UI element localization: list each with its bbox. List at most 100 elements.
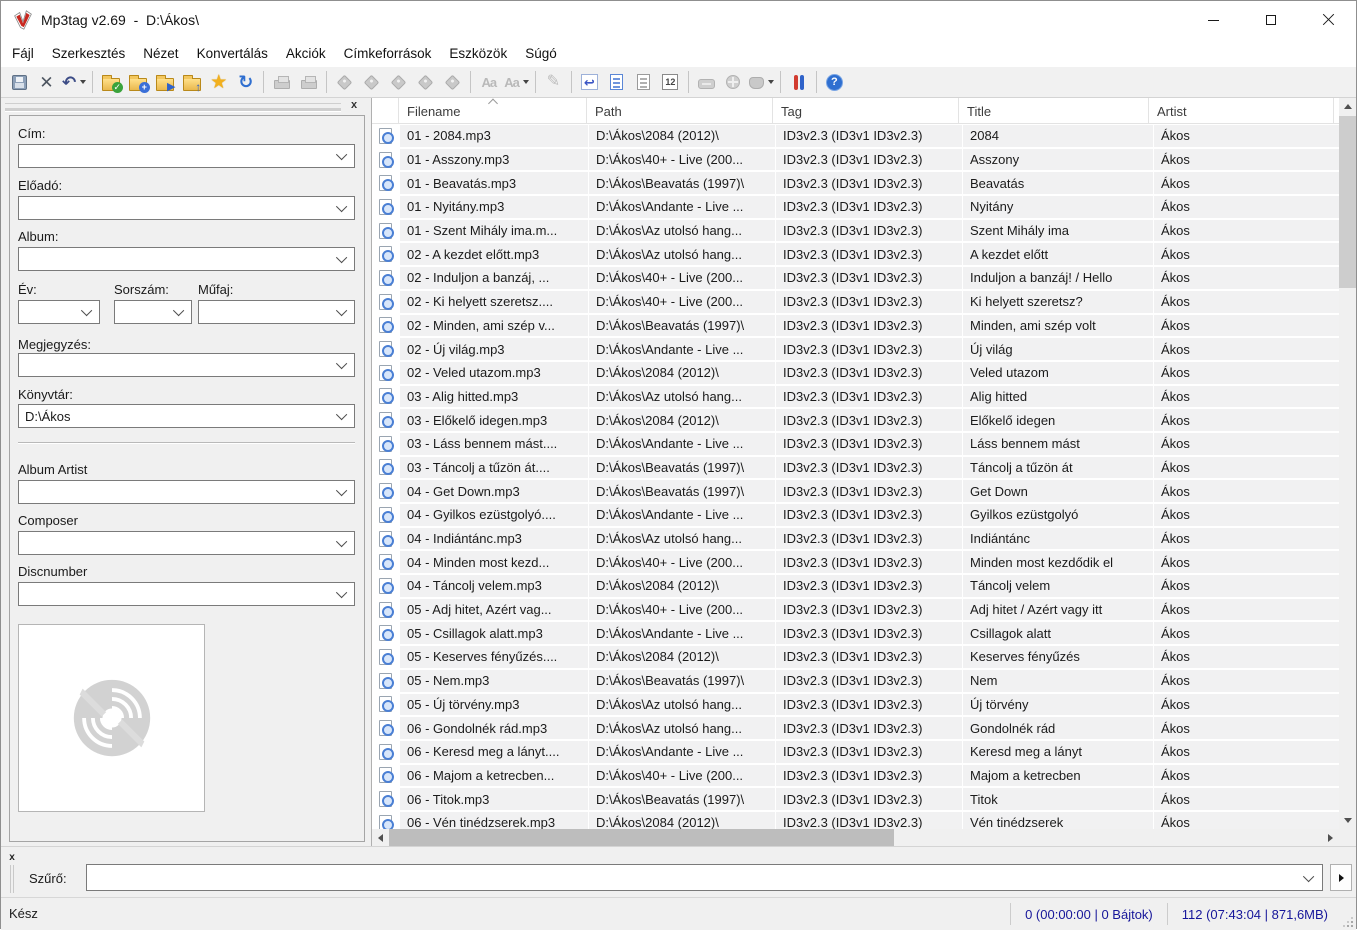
column-header-title[interactable]: Title [959,98,1149,124]
directory-field[interactable]: D:\Ákos [18,404,355,428]
remove-tag-button[interactable] [295,69,322,95]
table-row[interactable]: 06 - Vén tinédzserek.mp3D:\Ákos\2084 (20… [372,811,1339,829]
chevron-down-icon[interactable] [336,201,347,212]
chevron-down-icon[interactable] [336,358,347,369]
table-row[interactable]: 04 - Táncolj velem.mp3D:\Ákos\2084 (2012… [372,574,1339,598]
parent-directory-button[interactable]: ↑ [178,69,205,95]
track-field[interactable] [114,300,192,324]
refresh-button[interactable]: ↻ [232,69,259,95]
album-field[interactable] [18,247,355,271]
table-row[interactable]: 05 - Új törvény.mp3D:\Ákos\Az utolsó han… [372,693,1339,717]
options-button[interactable] [785,69,812,95]
table-row[interactable]: 02 - A kezdet előtt.mp3D:\Ákos\Az utolsó… [372,242,1339,266]
title-field[interactable] [18,144,355,168]
change-directory-button[interactable]: ✓ [97,69,124,95]
filter-close-button[interactable]: x [6,851,18,863]
table-row[interactable]: 06 - Titok.mp3D:\Ákos\Beavatás (1997)\ID… [372,787,1339,811]
menu-item-szerkesztes[interactable]: Szerkesztés [43,42,135,65]
maximize-button[interactable] [1242,1,1299,39]
horizontal-scrollbar[interactable] [372,829,1339,846]
minimize-button[interactable] [1185,1,1242,39]
chevron-down-icon[interactable] [336,536,347,547]
table-row[interactable]: 02 - Veled utazom.mp3D:\Ákos\2084 (2012)… [372,361,1339,385]
horizontal-scroll-thumb[interactable] [389,829,894,846]
undo-button[interactable]: ↶ [60,69,88,95]
chevron-down-icon[interactable] [336,305,347,316]
merge-tag-button[interactable] [412,69,439,95]
scroll-down-button[interactable] [1339,812,1356,829]
artist-field[interactable] [18,196,355,220]
menu-item-eszkozok[interactable]: Eszközök [440,42,516,65]
chevron-down-icon[interactable] [336,485,347,496]
chevron-down-icon[interactable] [336,252,347,263]
help-button[interactable]: ? [821,69,848,95]
dropdown-caret-icon[interactable] [768,80,774,84]
chevron-down-icon[interactable] [336,587,347,598]
load-playlist-button[interactable]: ▶ [151,69,178,95]
chevron-down-icon[interactable] [173,305,184,316]
vertical-scroll-thumb[interactable] [1339,116,1356,288]
menu-item-cimkeforrasok[interactable]: Címkeforrások [335,42,441,65]
column-header-filename[interactable]: Filename [399,98,587,124]
album-art-box[interactable] [18,624,205,812]
table-row[interactable]: 05 - Keserves fényűzés....D:\Ákos\2084 (… [372,645,1339,669]
table-row[interactable]: 03 - Láss bennem mást....D:\Ákos\Andante… [372,432,1339,456]
column-header-artist[interactable]: Artist [1149,98,1334,124]
table-row[interactable]: 04 - Indiántánc.mp3D:\Ákos\Az utolsó han… [372,527,1339,551]
close-button[interactable] [1299,1,1356,39]
table-row[interactable]: 03 - Alig hitted.mp3D:\Ákos\Az utolsó ha… [372,385,1339,409]
table-row[interactable]: 01 - Nyitány.mp3D:\Ákos\Andante - Live .… [372,195,1339,219]
table-row[interactable]: 04 - Get Down.mp3D:\Ákos\Beavatás (1997)… [372,479,1339,503]
favorite-directory-button[interactable]: ★ [205,69,232,95]
table-row[interactable]: 02 - Új világ.mp3D:\Ákos\Andante - Live … [372,337,1339,361]
column-header-path[interactable]: Path [587,98,773,124]
comment-field[interactable] [18,353,355,377]
table-row[interactable]: 05 - Nem.mp3D:\Ákos\Beavatás (1997)\ID3v… [372,669,1339,693]
case-menu-button[interactable]: Aa [502,69,531,95]
filter-combobox[interactable] [86,864,1323,891]
chevron-down-icon[interactable] [336,409,347,420]
table-row[interactable]: 05 - Adj hitet, Azért vag...D:\Ákos\40+ … [372,598,1339,622]
table-row[interactable]: 05 - Csillagok alatt.mp3D:\Ákos\Andante … [372,621,1339,645]
scroll-up-button[interactable] [1339,98,1356,115]
paste-tag-button[interactable] [385,69,412,95]
table-row[interactable]: 06 - Majom a ketrecben...D:\Ákos\40+ - L… [372,764,1339,788]
save-button[interactable] [6,69,33,95]
dropdown-caret-icon[interactable] [80,80,86,84]
tag-panel-close-button[interactable]: x [347,98,361,112]
album-artist-field[interactable] [18,480,355,504]
filter-drag-grip[interactable] [10,865,14,893]
table-row[interactable]: 06 - Gondolnék rád.mp3D:\Ákos\Az utolsó … [372,716,1339,740]
convert-filename-tag-button[interactable] [603,69,630,95]
menu-item-fajl[interactable]: Fájl [3,42,43,65]
chevron-down-icon[interactable] [81,305,92,316]
dropdown-caret-icon[interactable] [523,80,529,84]
remove-button[interactable]: ✕ [33,69,60,95]
filter-apply-button[interactable] [1330,864,1352,891]
column-header-tag[interactable]: Tag [773,98,959,124]
add-directory-button[interactable]: + [124,69,151,95]
delete-tag-button[interactable] [439,69,466,95]
menu-item-akciok[interactable]: Akciók [277,42,335,65]
menu-item-sugo[interactable]: Súgó [516,42,566,65]
scroll-left-button[interactable] [372,829,389,846]
column-header-icon[interactable] [372,98,399,124]
menu-item-konvertalas[interactable]: Konvertálás [188,42,277,65]
table-row[interactable]: 04 - Minden most kezd...D:\Ákos\40+ - Li… [372,550,1339,574]
table-row[interactable]: 01 - Asszony.mp3D:\Ákos\40+ - Live (200.… [372,148,1339,172]
menu-item-nezet[interactable]: Nézet [134,42,187,65]
edit-tag-button[interactable]: ✎ [540,69,567,95]
table-row[interactable]: 06 - Keresd meg a lányt....D:\Ákos\Andan… [372,740,1339,764]
year-field[interactable] [18,300,100,324]
table-row[interactable]: 04 - Gyilkos ezüstgolyó....D:\Ákos\Andan… [372,503,1339,527]
scroll-right-button[interactable] [1322,829,1339,846]
capitalize-button[interactable]: Aa [475,69,502,95]
composer-field[interactable] [18,531,355,555]
table-row[interactable]: 01 - 2084.mp3D:\Ákos\2084 (2012)\ID3v2.3… [372,124,1339,148]
convert-tag-filename-button[interactable]: ↩ [576,69,603,95]
vertical-scrollbar[interactable] [1339,98,1356,829]
table-row[interactable]: 03 - Táncolj a tűzön át....D:\Ákos\Beava… [372,456,1339,480]
genre-field[interactable] [198,300,355,324]
discnumber-field[interactable] [18,582,355,606]
convert-filename-filename-button[interactable] [630,69,657,95]
